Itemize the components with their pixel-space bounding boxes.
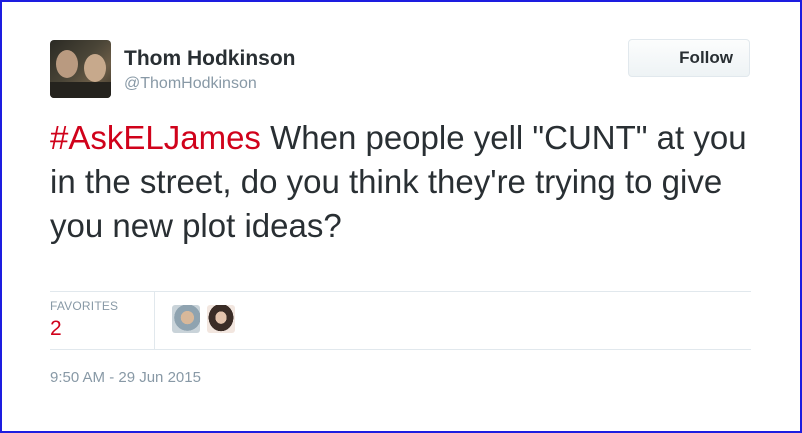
tweet-text: #AskELJames When people yell "CUNT" at y… (50, 116, 770, 248)
user-display-name[interactable]: Thom Hodkinson (124, 46, 296, 72)
favorites-label[interactable]: FAVORITES (50, 299, 118, 313)
favorites-count[interactable]: 2 (50, 317, 62, 341)
tweet-timestamp[interactable]: 9:50 AM - 29 Jun 2015 (50, 369, 201, 387)
user-avatar[interactable] (50, 40, 111, 98)
stats-separator (154, 292, 155, 349)
follow-button[interactable]: Follow (628, 39, 750, 77)
hashtag-link[interactable]: #AskELJames (50, 119, 261, 156)
stats-top-divider (50, 291, 751, 292)
stats-bottom-divider (50, 349, 751, 350)
favoriter-avatar[interactable] (172, 305, 200, 333)
user-handle[interactable]: @ThomHodkinson (124, 74, 257, 94)
favoriter-avatar[interactable] (207, 305, 235, 333)
